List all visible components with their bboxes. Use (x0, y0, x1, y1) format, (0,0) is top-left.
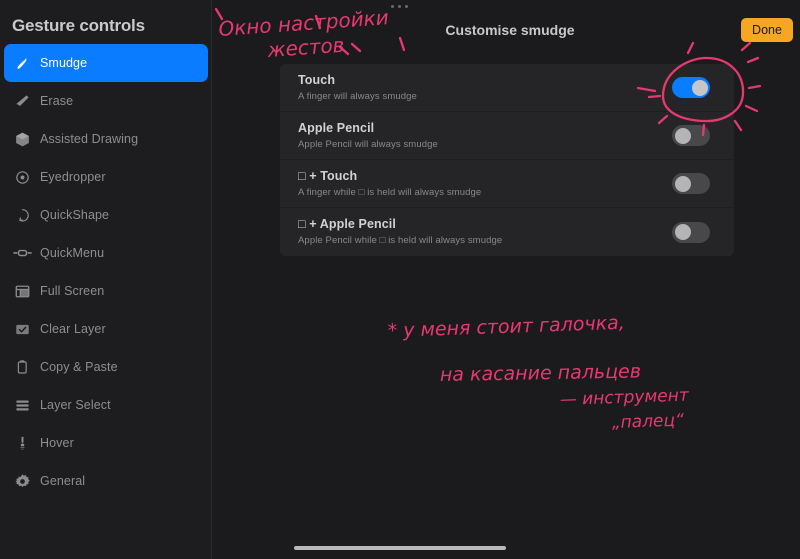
ink-stroke (350, 42, 362, 53)
gear-icon (4, 473, 40, 490)
toggle-knob (674, 175, 691, 192)
sidebar-item-label: Full Screen (40, 284, 105, 298)
ink-tick (733, 119, 743, 132)
settings-row: Apple Pencil Apple Pencil will always smu… (280, 112, 734, 160)
sidebar-item-erase[interactable]: Erase (4, 82, 208, 120)
ink-note-bottom-line2: на касание пальцев (440, 360, 641, 386)
sidebar-item-label: General (40, 474, 86, 488)
settings-row: □ + Touch A finger while □ is held will a… (280, 160, 734, 208)
ink-stroke (338, 45, 350, 56)
cube-icon (4, 131, 40, 148)
sidebar-item-quickmenu[interactable]: QuickMenu (4, 234, 208, 272)
done-button[interactable]: Done (741, 18, 793, 42)
layer-select-icon (4, 397, 40, 414)
settings-row-text: Apple Pencil Apple Pencil will always smu… (280, 121, 672, 151)
sidebar-item-label: QuickShape (40, 208, 110, 222)
ink-stroke (398, 36, 406, 52)
dot (405, 5, 408, 8)
copy-paste-icon (4, 359, 40, 376)
eyedropper-icon (4, 169, 40, 186)
toggle-switch[interactable] (672, 125, 710, 146)
sidebar-item-copy-paste[interactable]: Copy & Paste (4, 348, 208, 386)
sidebar-list: Smudge Erase Assisted Drawing Eyedropper Qui… (0, 44, 212, 500)
settings-row-subtitle: Apple Pencil while □ is held will always… (298, 235, 503, 246)
sidebar-item-label: Copy & Paste (40, 360, 118, 374)
ink-tick (747, 84, 762, 90)
settings-row-text: Touch A finger will always smudge (280, 73, 672, 103)
sidebar-item-assisted-drawing[interactable]: Assisted Drawing (4, 120, 208, 158)
dot (398, 5, 401, 8)
ink-tick (740, 41, 752, 52)
settings-row-text: □ + Touch A finger while □ is held will a… (280, 169, 672, 199)
settings-row-subtitle: Apple Pencil will always smudge (298, 138, 438, 150)
settings-row: □ + Apple Pencil Apple Pencil while □ is … (280, 208, 734, 256)
sidebar-item-clear-layer[interactable]: Clear Layer (4, 310, 208, 348)
fullscreen-icon (4, 283, 40, 300)
settings-row-text: □ + Apple Pencil Apple Pencil while □ is … (280, 217, 672, 247)
settings-row: Touch A finger will always smudge (280, 64, 734, 112)
settings-row-title: Apple Pencil (298, 120, 375, 135)
sidebar-item-label: Clear Layer (40, 322, 106, 336)
panel-title: Customise smudge (445, 22, 575, 38)
sidebar-item-label: Eyedropper (40, 170, 106, 184)
settings-row-subtitle: A finger while □ is held will always smu… (298, 186, 482, 198)
sidebar-item-label: Erase (40, 94, 74, 108)
sidebar-item-general[interactable]: General (4, 462, 208, 500)
stylus-hover-icon (4, 435, 40, 452)
clear-layer-icon (4, 321, 40, 338)
dot (391, 5, 394, 8)
sidebar-item-hover[interactable]: Hover (4, 424, 208, 462)
quickshape-icon (4, 207, 40, 224)
sidebar: Gesture controls Smudge Erase Assisted Dra… (0, 0, 212, 559)
toggle-knob (674, 224, 691, 240)
toggle-switch[interactable] (672, 173, 710, 194)
quickmenu-icon (4, 245, 40, 262)
sidebar-item-label: Layer Select (40, 398, 111, 412)
ink-tick (746, 56, 760, 64)
toggle-knob (691, 79, 708, 96)
three-dots-handle[interactable] (391, 5, 408, 8)
settings-row-title: □ + Touch (298, 168, 358, 183)
sidebar-item-label: QuickMenu (40, 246, 105, 260)
sidebar-item-eyedropper[interactable]: Eyedropper (4, 158, 208, 196)
ink-note-bottom-line4: „палец“ (611, 410, 684, 433)
app-screen: Gesture controls Smudge Erase Assisted Dra… (0, 0, 800, 559)
sidebar-item-label: Assisted Drawing (40, 132, 139, 146)
sidebar-item-label: Smudge (40, 56, 88, 70)
ink-note-bottom-line3: — инструмент (559, 385, 690, 410)
toggle-knob (674, 127, 691, 144)
toggle-switch[interactable] (672, 221, 710, 243)
toggle-switch[interactable] (672, 77, 710, 98)
settings-row-subtitle: A finger will always smudge (298, 90, 417, 102)
sidebar-item-layer-select[interactable]: Layer Select (4, 386, 208, 424)
smudge-icon (4, 55, 40, 72)
settings-row-title: Touch (298, 72, 336, 87)
sidebar-item-label: Hover (40, 436, 74, 450)
sidebar-item-smudge[interactable]: Smudge (4, 44, 208, 82)
sidebar-item-full-screen[interactable]: Full Screen (4, 272, 208, 310)
ink-stroke (214, 7, 224, 21)
eraser-icon (4, 93, 40, 110)
settings-row-title: □ + Apple Pencil (298, 217, 396, 231)
home-indicator-bar (294, 546, 506, 550)
settings-panel: Touch A finger will always smudge Apple Pe… (280, 64, 734, 256)
ink-tick (744, 104, 759, 113)
ink-note-bottom-line1: * у меня стоит галочка, (387, 312, 625, 342)
ink-tick (686, 41, 695, 55)
page-title: Gesture controls (12, 16, 145, 35)
sidebar-item-quickshape[interactable]: QuickShape (4, 196, 208, 234)
